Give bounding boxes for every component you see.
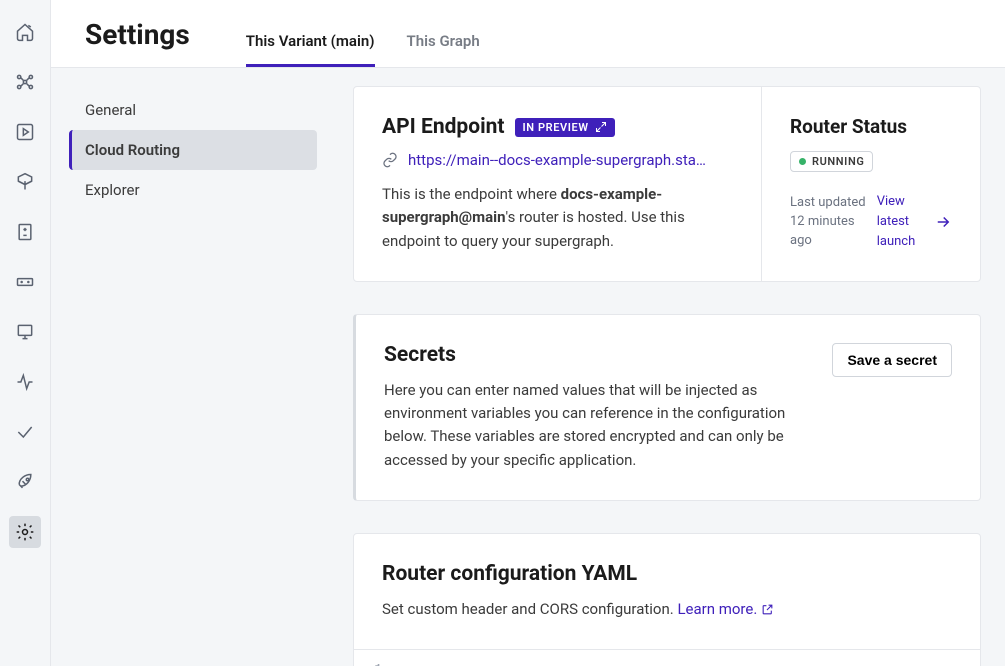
router-config-title: Router configuration YAML xyxy=(382,562,952,586)
sidebar-item-general[interactable]: General xyxy=(69,90,317,130)
secrets-card: Secrets Here you can enter named values … xyxy=(353,314,981,501)
endpoint-url[interactable]: https://main--docs-example-supergraph.st… xyxy=(408,151,706,169)
left-nav-rail xyxy=(0,0,51,666)
preview-badge[interactable]: IN PREVIEW xyxy=(515,118,615,137)
status-dot-icon xyxy=(799,158,806,165)
router-config-description: Set custom header and CORS configuration… xyxy=(382,600,677,618)
launch-icon[interactable] xyxy=(9,466,41,498)
cube-icon[interactable] xyxy=(9,166,41,198)
endpoint-description: This is the endpoint where docs-example-… xyxy=(382,183,733,253)
sidebar-item-explorer[interactable]: Explorer xyxy=(69,170,317,210)
view-latest-launch-link[interactable]: View latest launch xyxy=(877,192,926,252)
fields-icon[interactable] xyxy=(9,266,41,298)
arrow-right-icon[interactable] xyxy=(934,213,952,231)
code-content: headers: subgraphs: xyxy=(404,662,960,666)
secrets-title: Secrets xyxy=(384,343,812,367)
graph-icon[interactable] xyxy=(9,66,41,98)
secrets-description: Here you can enter named values that wil… xyxy=(384,379,812,472)
expand-icon xyxy=(595,121,607,133)
settings-icon[interactable] xyxy=(9,516,41,548)
diff-icon[interactable] xyxy=(9,216,41,248)
tab-this-graph[interactable]: This Graph xyxy=(407,32,480,67)
home-icon[interactable] xyxy=(9,16,41,48)
router-status-title: Router Status xyxy=(790,115,952,138)
learn-more-link[interactable]: Learn more. xyxy=(677,598,774,621)
external-link-icon xyxy=(761,603,774,616)
page-title: Settings xyxy=(85,18,190,67)
api-endpoint-card: API Endpoint IN PREVIEW https://main--do… xyxy=(353,86,981,282)
settings-sidebar: General Cloud Routing Explorer xyxy=(51,68,335,666)
last-updated: Last updated 12 minutes ago xyxy=(790,194,869,251)
tab-this-variant[interactable]: This Variant (main) xyxy=(246,32,375,67)
page-header: Settings This Variant (main) This Graph xyxy=(51,0,1005,68)
activity-icon[interactable] xyxy=(9,366,41,398)
content-area: API Endpoint IN PREVIEW https://main--do… xyxy=(335,68,1005,666)
router-config-card: Router configuration YAML Set custom hea… xyxy=(353,533,981,666)
api-endpoint-title: API Endpoint xyxy=(382,115,505,139)
yaml-editor[interactable]: 123 headers: subgraphs: xyxy=(354,650,980,666)
link-icon xyxy=(382,152,398,168)
play-icon[interactable] xyxy=(9,116,41,148)
sidebar-item-cloud-routing[interactable]: Cloud Routing xyxy=(69,130,317,170)
status-badge: RUNNING xyxy=(790,151,873,172)
line-numbers: 123 xyxy=(374,662,404,666)
clients-icon[interactable] xyxy=(9,316,41,348)
save-secret-button[interactable]: Save a secret xyxy=(832,343,952,377)
check-icon[interactable] xyxy=(9,416,41,448)
tabs: This Variant (main) This Graph xyxy=(246,32,480,67)
